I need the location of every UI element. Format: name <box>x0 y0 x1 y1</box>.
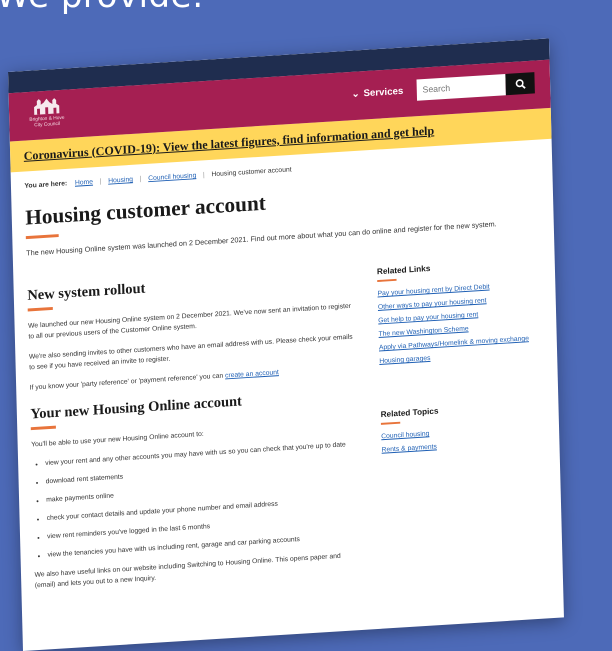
related-link[interactable]: Pay your housing rent by Direct Debit <box>377 284 489 298</box>
logo-crest-icon <box>34 98 60 115</box>
rollout-paragraph-3-text: If you know your 'party reference' or 'p… <box>29 372 224 392</box>
breadcrumb-separator: | <box>99 178 102 186</box>
sidebar-accent-line <box>377 278 397 283</box>
create-account-link[interactable]: create an account <box>225 369 279 379</box>
related-link[interactable]: Get help to pay your housing rent <box>378 311 478 324</box>
background-caption: We provide: <box>0 0 204 16</box>
related-link[interactable]: The new Washington Scheme <box>379 326 469 338</box>
breadcrumb-link-housing[interactable]: Housing <box>108 176 133 184</box>
section-heading-account: Your new Housing Online account <box>30 393 243 423</box>
heading-accent-line <box>30 425 56 431</box>
breadcrumb-current: Housing customer account <box>211 166 292 179</box>
search-icon <box>515 78 526 89</box>
search-input[interactable] <box>416 73 506 101</box>
related-topic-link[interactable]: Council housing <box>381 431 429 441</box>
main-content: New system rollout We launched our new H… <box>27 254 364 601</box>
related-topic-link[interactable]: Rents & payments <box>382 444 437 454</box>
account-features-list: view your rent and any other accounts yo… <box>32 440 363 562</box>
related-topics-list: Council housing Rents & payments <box>381 422 544 455</box>
chevron-down-icon: ⌄ <box>351 88 360 100</box>
services-menu-button[interactable]: ⌄ Services <box>351 86 403 100</box>
breadcrumb-link-council-housing[interactable]: Council housing <box>148 172 196 182</box>
breadcrumb-link-home[interactable]: Home <box>75 179 93 187</box>
breadcrumb-separator: | <box>139 175 142 183</box>
related-link[interactable]: Housing garages <box>379 355 430 365</box>
related-links-heading: Related Links <box>376 263 431 277</box>
breadcrumb-label: You are here: <box>24 180 68 190</box>
sidebar: Related Links Pay your housing rent by D… <box>376 243 547 579</box>
council-logo[interactable]: Brighton & Hove City Council <box>22 95 71 135</box>
services-label: Services <box>363 86 404 100</box>
breadcrumb-separator: | <box>202 171 205 179</box>
related-link[interactable]: Other ways to pay your housing rent <box>378 297 487 311</box>
heading-accent-line <box>27 306 53 312</box>
title-accent-line <box>25 234 59 240</box>
related-links-list: Pay your housing rent by Direct Debit Ot… <box>377 280 541 367</box>
section-heading-rollout: New system rollout <box>27 280 146 304</box>
related-topics-heading: Related Topics <box>380 405 439 420</box>
search-button[interactable] <box>505 72 535 96</box>
sidebar-accent-line <box>380 421 401 425</box>
browser-page: Brighton & Hove City Council ⌄Services C… <box>8 38 564 651</box>
